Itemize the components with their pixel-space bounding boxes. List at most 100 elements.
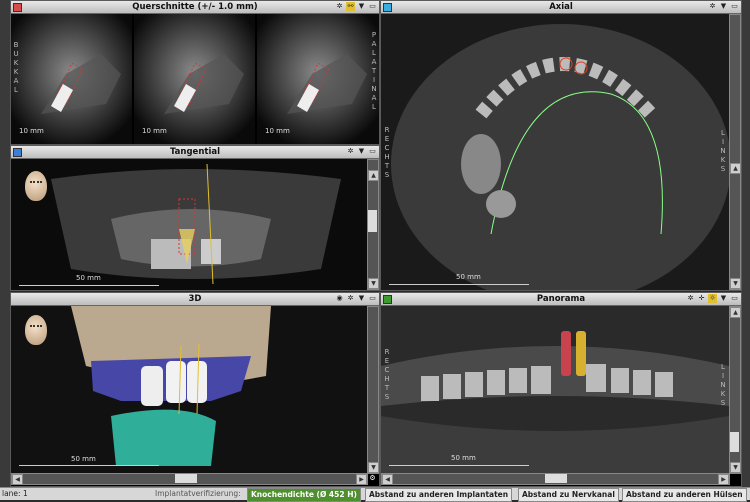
nerve-canal-distance-button[interactable]: Abstand zu Nervkanal [518,488,619,502]
scroll-thumb[interactable] [545,474,567,483]
cross-section-2 [134,14,255,144]
scale-label-3: 10 mm [265,127,290,135]
scale-label-1: 10 mm [19,127,44,135]
scale-label: 50 mm [76,274,101,282]
cross-section-3 [257,14,379,144]
pane-title: Axial [549,2,573,12]
left-toolbar-strip [0,0,10,487]
tangential-image[interactable] [11,159,367,290]
3d-pane[interactable]: 3D ◉ ✲ ▼ ▭ 50 mm ▼ ◀ ▶ ⚙ [10,292,380,487]
vertical-scrollbar[interactable]: ▲ ▼ [729,306,741,474]
right-toolbar-strip [741,0,750,487]
scroll-up-arrow[interactable]: ▲ [368,170,379,181]
scroll-right-arrow[interactable]: ▶ [356,474,367,485]
scroll-up-arrow[interactable]: ▲ [730,163,741,174]
settings-icon[interactable]: ✲ [346,294,355,303]
settings-icon[interactable]: ✲ [686,294,695,303]
scroll-up-arrow[interactable]: ▲ [730,307,741,318]
cross-section-images[interactable] [11,14,379,144]
sun-icon[interactable]: ☼ [708,294,717,303]
pane-color-box[interactable] [383,3,392,12]
maximize-icon[interactable]: ▭ [730,2,739,11]
pane-color-box[interactable] [383,295,392,304]
scale-label: 50 mm [456,273,481,281]
dropdown-icon[interactable]: ▼ [357,2,366,11]
scale-bar [389,282,529,285]
settings-icon[interactable]: ✲ [335,2,344,11]
vertical-scrollbar[interactable]: ▼ [367,306,379,474]
scroll-right-arrow[interactable]: ▶ [718,474,729,485]
verification-label: Implantatverifizierung: [155,489,241,498]
crosshair-icon[interactable]: ✛ [697,294,706,303]
maximize-icon[interactable]: ▭ [368,294,377,303]
querschnitte-pane[interactable]: Querschnitte (+/- 1.0 mm) ✲ ⚯ ▼ ▭ BUKKAL… [10,0,380,145]
dropdown-icon[interactable]: ▼ [357,147,366,156]
pane-title-bar: 3D ◉ ✲ ▼ ▭ [11,293,379,306]
left-side-label: LINKS [719,129,727,174]
pane-tools: ✲ ▼ ▭ [346,147,377,157]
horizontal-scrollbar[interactable]: ◀ ▶ [11,473,368,485]
cross-section-1 [11,14,132,144]
pane-title-bar: Tangential ✲ ▼ ▭ [11,146,379,159]
pane-tools: ✲ ⚯ ▼ ▭ [335,2,377,12]
pane-color-box[interactable] [13,3,22,12]
pane-tools: ✲ ✛ ☼ ▼ ▭ [686,294,739,304]
eye-icon[interactable]: ◉ [335,294,344,303]
scroll-left-arrow[interactable]: ◀ [12,474,23,485]
scale-label-2: 10 mm [142,127,167,135]
scale-label: 50 mm [451,454,476,462]
3d-model-view[interactable] [11,306,367,474]
scale-label: 50 mm [71,455,96,463]
scroll-left-arrow[interactable]: ◀ [382,474,393,485]
axial-pane[interactable]: Axial ✲ ▼ ▭ RECHTS LINKS 50 mm ▲ ▼ [380,0,742,291]
pane-title: Querschnitte (+/- 1.0 mm) [132,2,258,12]
dropdown-icon[interactable]: ▼ [357,294,366,303]
scroll-down-arrow[interactable]: ▼ [730,278,741,289]
pane-title-bar: Panorama ✲ ✛ ☼ ▼ ▭ [381,293,741,306]
left-side-label: LINKS [719,363,727,408]
pane-color-box[interactable] [13,148,22,157]
status-bar: lane: 1 Implantatverifizierung: Knochend… [0,487,750,502]
scroll-down-arrow[interactable]: ▼ [368,278,379,289]
maximize-icon[interactable]: ▭ [730,294,739,303]
right-side-label: RECHTS [383,126,391,180]
pane-title: Panorama [536,294,586,304]
panorama-pane[interactable]: Panorama ✲ ✛ ☼ ▼ ▭ RECHTS LINKS 50 mm ▲ … [380,292,742,487]
dropdown-icon[interactable]: ▼ [719,2,728,11]
scroll-thumb[interactable] [730,432,739,452]
gear-icon[interactable]: ⚙ [368,474,377,483]
tangential-pane[interactable]: Tangential ✲ ▼ ▭ 50 mm ▲ ▼ [10,145,380,291]
right-side-label: RECHTS [383,348,391,402]
scroll-thumb[interactable] [368,210,377,232]
scroll-down-arrow[interactable]: ▼ [368,462,379,473]
scroll-down-arrow[interactable]: ▼ [730,462,741,473]
settings-icon[interactable]: ✲ [708,2,717,11]
vertical-scrollbar[interactable]: ▲ ▼ [367,159,379,290]
pane-tools: ◉ ✲ ▼ ▭ [335,294,377,304]
palatal-label: PALATINAL [370,31,378,112]
settings-icon[interactable]: ✲ [346,147,355,156]
head-orientation-icon[interactable] [25,315,47,345]
pane-title: Tangential [169,147,221,157]
scale-bar [19,283,159,286]
link-icon[interactable]: ⚯ [346,2,355,11]
scale-bar [19,463,159,466]
head-orientation-icon[interactable] [25,171,47,201]
bone-density-button[interactable]: Knochendichte (Ø 452 H) [247,488,361,502]
pane-tools: ✲ ▼ ▭ [708,2,739,12]
scroll-thumb[interactable] [175,474,197,483]
implant-distance-button[interactable]: Abstand zu anderen Implantaten [365,488,513,502]
pane-title-bar: Querschnitte (+/- 1.0 mm) ✲ ⚯ ▼ ▭ [11,1,379,14]
vertical-scrollbar[interactable]: ▲ ▼ [729,14,741,290]
maximize-icon[interactable]: ▭ [368,147,377,156]
horizontal-scrollbar[interactable]: ◀ ▶ [381,473,730,485]
maximize-icon[interactable]: ▭ [368,2,377,11]
pane-title: 3D [188,294,202,304]
buccal-label: BUKKAL [12,41,20,95]
axial-image[interactable] [381,14,729,290]
sleeve-distance-button[interactable]: Abstand zu anderen Hülsen [622,488,747,502]
plane-indicator: lane: 1 [2,489,28,498]
panorama-image[interactable] [381,306,729,474]
pane-title-bar: Axial ✲ ▼ ▭ [381,1,741,14]
dropdown-icon[interactable]: ▼ [719,294,728,303]
